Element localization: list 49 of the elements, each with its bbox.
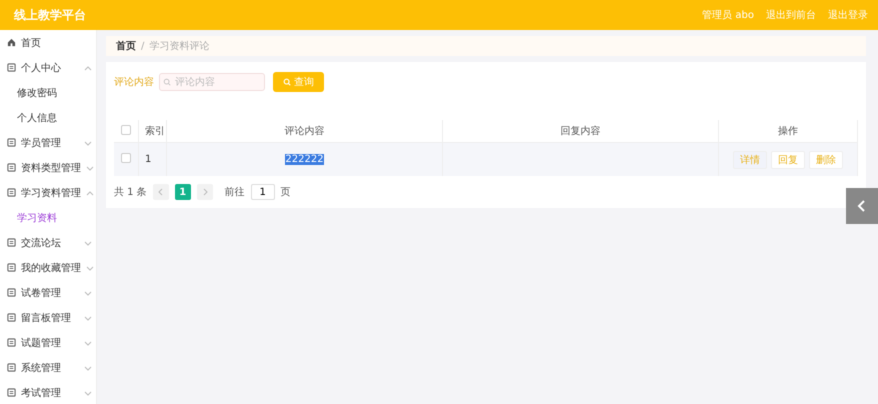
- sidebar-item[interactable]: 学员管理: [0, 130, 96, 155]
- search-label: 评论内容: [114, 76, 154, 89]
- total-count: 共 1 条: [114, 186, 147, 199]
- breadcrumb-current: 学习资料评论: [149, 40, 210, 53]
- select-all-checkbox[interactable]: [121, 124, 131, 134]
- sidebar-item[interactable]: 资料类型管理: [0, 155, 96, 180]
- sidebar-item[interactable]: 首页: [0, 30, 96, 55]
- submenu-item[interactable]: 个人信息: [0, 105, 96, 130]
- page-input[interactable]: 1: [250, 184, 275, 200]
- collapse-button[interactable]: [846, 188, 878, 224]
- menu-icon: [7, 138, 16, 147]
- home-icon: [7, 38, 16, 47]
- sidebar-item[interactable]: 个人中心: [0, 55, 96, 80]
- page-unit: 页: [280, 186, 291, 199]
- sidebar-item[interactable]: 试卷管理: [0, 280, 96, 305]
- sidebar-item[interactable]: 交流论坛: [0, 230, 96, 255]
- submenu-item[interactable]: 学习资料: [0, 205, 96, 230]
- search-field[interactable]: 评论内容: [159, 73, 265, 91]
- menu-icon: [7, 338, 16, 347]
- sidebar-item[interactable]: 我的收藏管理: [0, 255, 96, 280]
- chevron-right-icon: [202, 188, 208, 196]
- chevron-left-icon: [857, 199, 867, 213]
- sidebar-item[interactable]: 试题管理: [0, 330, 96, 355]
- breadcrumb-link[interactable]: 首页: [116, 39, 136, 53]
- menu-icon: [7, 263, 16, 272]
- chevron-left-icon: [158, 188, 164, 196]
- menu-icon: [7, 163, 16, 172]
- goto-label: 前往: [224, 186, 245, 199]
- sidebar-item[interactable]: 留言板管理: [0, 305, 96, 330]
- sidebar-item[interactable]: 系统管理: [0, 355, 96, 380]
- table-cell: 1: [145, 154, 152, 165]
- menu-icon: [7, 313, 16, 322]
- menu-icon: [7, 388, 16, 397]
- menu-icon: [7, 63, 16, 72]
- menu-icon: [7, 238, 16, 247]
- row-checkbox[interactable]: [121, 153, 131, 163]
- menu-icon: [7, 363, 16, 372]
- sidebar-item[interactable]: 学习资料管理: [0, 180, 96, 205]
- app-title: 线上教学平台: [14, 6, 86, 24]
- prev-page-button[interactable]: [152, 184, 169, 200]
- menu-icon: [7, 288, 16, 297]
- table-cell: 222222: [285, 154, 324, 165]
- menu-icon: [7, 188, 16, 197]
- sidebar-item[interactable]: 考试管理: [0, 380, 96, 404]
- breadcrumb-separator: /: [141, 40, 144, 52]
- next-page-button[interactable]: [196, 184, 213, 200]
- search-icon: [163, 78, 171, 86]
- submenu-item[interactable]: 修改密码: [0, 80, 96, 105]
- search-icon: [283, 78, 291, 86]
